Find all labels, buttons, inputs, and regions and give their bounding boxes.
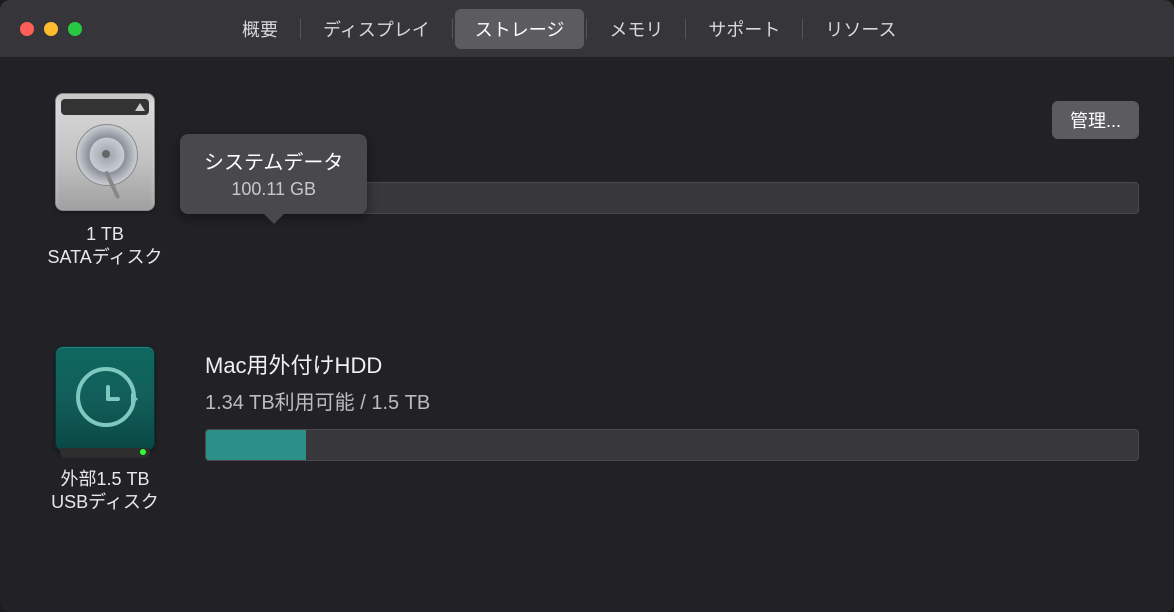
fullscreen-button[interactable]	[68, 22, 82, 36]
drive-title: Mac用外付けHDD	[205, 348, 1139, 380]
drive-caption: 1 TB SATAディスク	[47, 223, 162, 270]
tab-separator	[685, 19, 686, 39]
drive-caption: 外部1.5 TB USBディスク	[51, 468, 159, 515]
drive-caption-size: 1 TB	[47, 223, 162, 246]
manage-button[interactable]: 管理...	[1052, 101, 1139, 139]
drive-info: Mac用外付けHDD 1.34 TB利用可能 / 1.5 TB	[205, 340, 1139, 461]
warning-icon	[135, 103, 145, 111]
tooltip-title: システムデータ	[204, 146, 343, 175]
tab-separator	[452, 19, 453, 39]
tooltip-value: 100.11 GB	[204, 179, 343, 200]
titlebar: 概要 ディスプレイ ストレージ メモリ サポート リソース	[0, 0, 1174, 58]
tab-bar: 概要 ディスプレイ ストレージ メモリ サポート リソース	[222, 9, 917, 49]
close-button[interactable]	[20, 22, 34, 36]
drive-icon-column: 1 TB SATAディスク	[35, 93, 175, 270]
tab-support[interactable]: サポート	[688, 9, 800, 49]
tab-overview[interactable]: 概要	[222, 9, 298, 49]
drive-row-external: 外部1.5 TB USBディスク Mac用外付けHDD 1.34 TB利用可能 …	[35, 340, 1139, 515]
tab-resources[interactable]: リソース	[805, 9, 916, 49]
drive-available-label: 1.34 TB利用可能 / 1.5 TB	[205, 386, 1139, 415]
segment-time-machine[interactable]	[206, 430, 306, 460]
tab-separator	[586, 19, 587, 39]
tab-separator	[300, 19, 301, 39]
storage-bar-external[interactable]	[205, 429, 1139, 461]
storage-tooltip: システムデータ 100.11 GB	[180, 134, 367, 214]
minimize-button[interactable]	[44, 22, 58, 36]
tab-storage[interactable]: ストレージ	[455, 9, 585, 49]
tab-display[interactable]: ディスプレイ	[303, 9, 450, 49]
about-this-mac-window: 概要 ディスプレイ ストレージ メモリ サポート リソース システムデータ 10…	[0, 0, 1174, 612]
drive-icon-column: 外部1.5 TB USBディスク	[35, 340, 175, 515]
external-hdd-icon[interactable]	[55, 340, 155, 458]
time-machine-icon	[76, 367, 136, 427]
internal-hdd-icon[interactable]	[55, 93, 155, 213]
tab-memory[interactable]: メモリ	[589, 9, 683, 49]
drive-caption-type: SATAディスク	[47, 246, 162, 269]
drive-caption-size: 外部1.5 TB	[51, 468, 159, 491]
storage-content: システムデータ 100.11 GB 1 TB SATAディスク 管理...	[0, 58, 1174, 612]
activity-led-icon	[140, 449, 146, 455]
window-controls	[20, 22, 82, 36]
drive-caption-type: USBディスク	[51, 491, 159, 514]
tab-separator	[802, 19, 803, 39]
